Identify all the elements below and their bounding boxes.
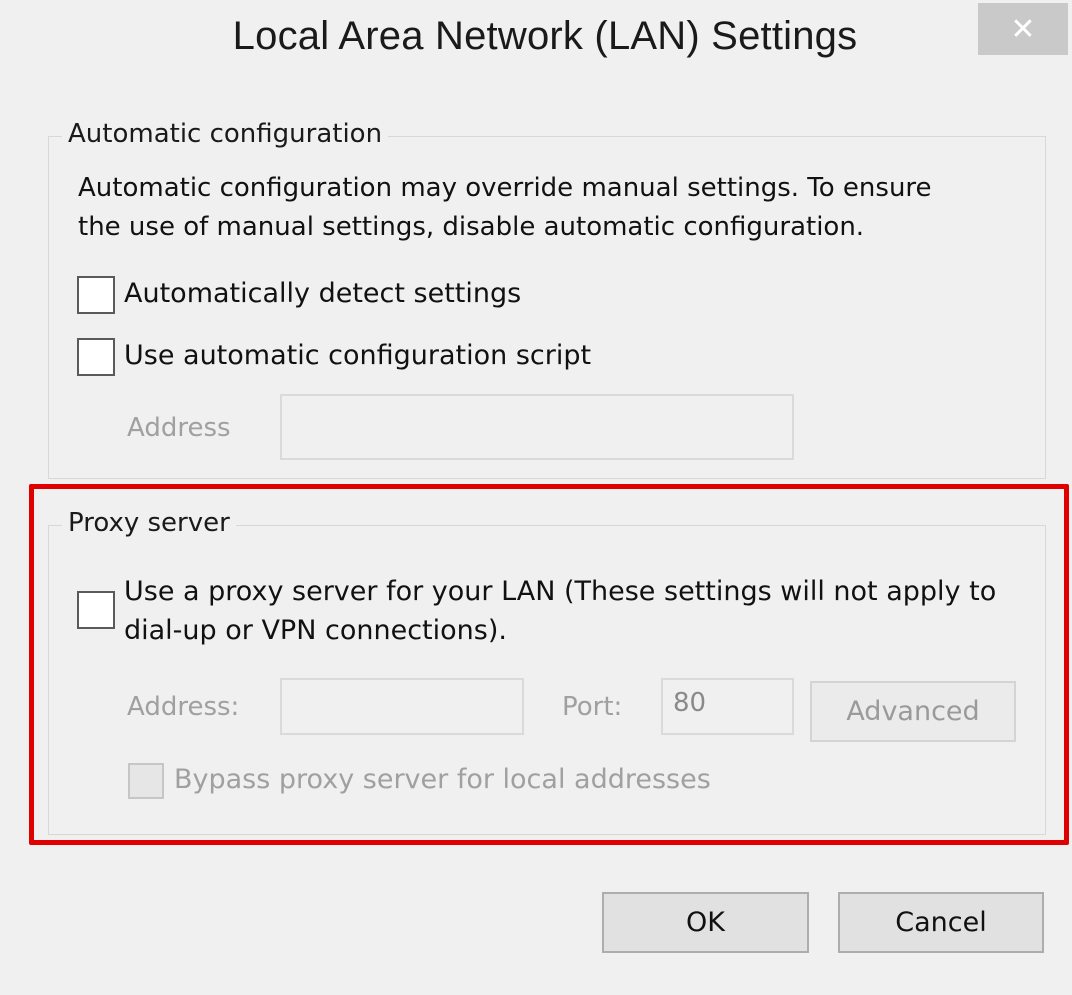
- use-proxy-label-line1[interactable]: Use a proxy server for your LAN (These s…: [124, 576, 996, 607]
- bypass-local-label[interactable]: Bypass proxy server for local addresses: [174, 764, 711, 795]
- automatic-configuration-description-line2: the use of manual settings, disable auto…: [78, 212, 865, 242]
- script-address-label: Address: [127, 413, 231, 443]
- proxy-port-label: Port:: [562, 692, 623, 722]
- auto-detect-settings-checkbox[interactable]: [77, 276, 115, 314]
- automatic-configuration-description-line1: Automatic configuration may override man…: [78, 173, 932, 203]
- use-proxy-label-line2[interactable]: dial-up or VPN connections).: [124, 615, 507, 646]
- lan-settings-dialog: Local Area Network (LAN) Settings ✕ Auto…: [0, 0, 1072, 995]
- title-bar: Local Area Network (LAN) Settings ✕: [0, 0, 1072, 78]
- bypass-local-checkbox[interactable]: [128, 763, 164, 799]
- use-proxy-checkbox[interactable]: [77, 591, 115, 629]
- close-icon: ✕: [1010, 11, 1036, 47]
- proxy-address-label: Address:: [127, 692, 240, 722]
- cancel-button[interactable]: Cancel: [838, 892, 1044, 953]
- auto-detect-settings-label[interactable]: Automatically detect settings: [124, 278, 521, 309]
- proxy-server-heading: Proxy server: [62, 508, 236, 538]
- automatic-configuration-heading: Automatic configuration: [62, 119, 389, 149]
- script-address-input[interactable]: [280, 394, 794, 460]
- proxy-port-input[interactable]: 80: [661, 678, 794, 735]
- use-config-script-checkbox[interactable]: [77, 338, 115, 376]
- ok-button[interactable]: OK: [602, 892, 809, 953]
- dialog-title: Local Area Network (LAN) Settings: [232, 14, 858, 58]
- advanced-button[interactable]: Advanced: [810, 681, 1016, 742]
- proxy-address-input[interactable]: [280, 678, 524, 735]
- close-button[interactable]: ✕: [978, 3, 1068, 55]
- use-config-script-label[interactable]: Use automatic configuration script: [124, 340, 591, 371]
